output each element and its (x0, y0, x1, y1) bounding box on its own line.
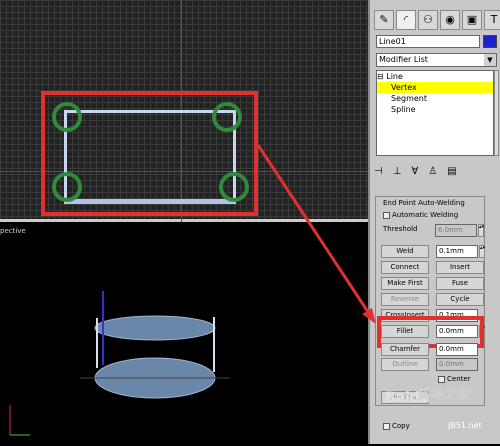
watermark-text: 脚本之家 (418, 387, 471, 402)
watermark-site: JB51.net (448, 421, 482, 430)
annotation-arrow (256, 144, 376, 324)
